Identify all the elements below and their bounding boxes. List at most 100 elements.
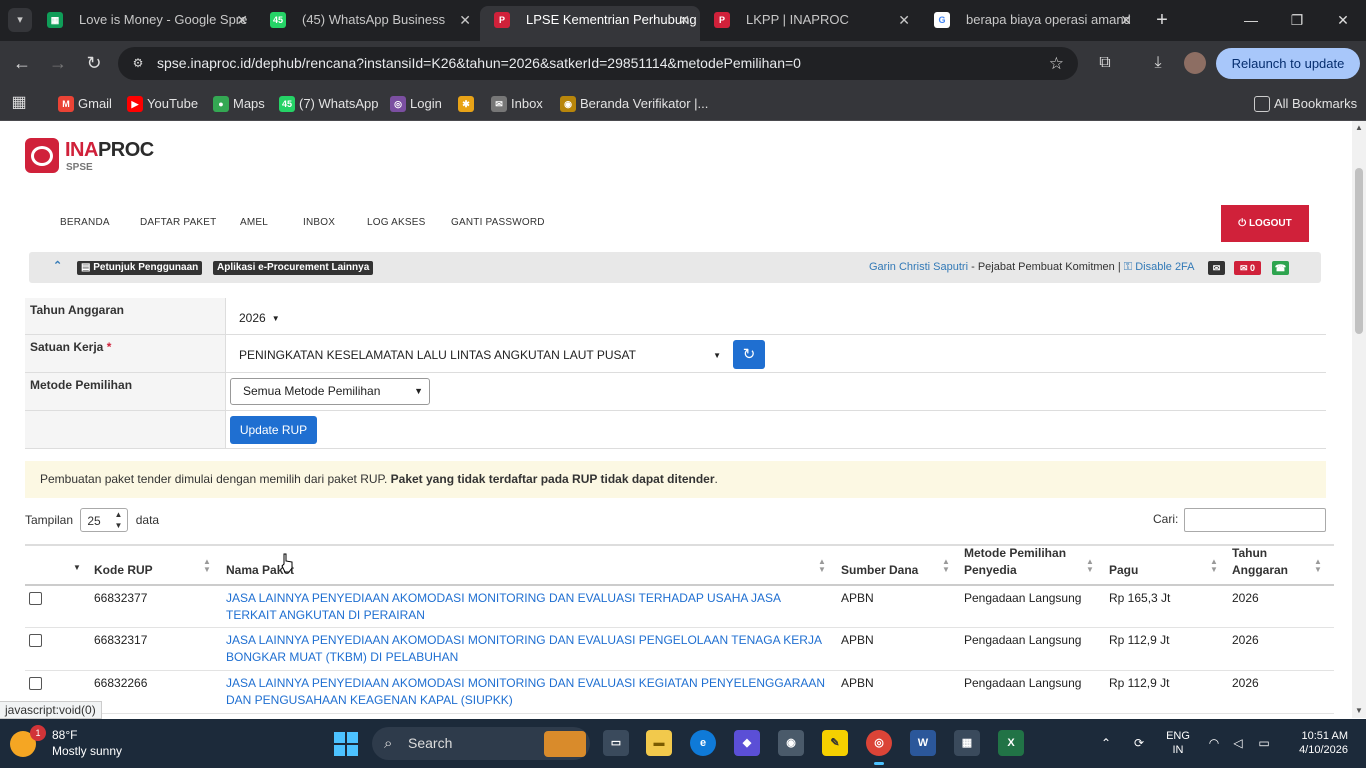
tahun-select[interactable]: 2026 ▼ [239,311,280,325]
chrome-icon[interactable]: ◎ [866,730,892,765]
excel-icon[interactable]: X [998,730,1024,756]
nama-paket-link[interactable]: JASA LAINNYA PENYEDIAAN AKOMODASI MONITO… [226,632,826,666]
word-icon[interactable]: W [910,730,936,756]
camera-icon[interactable]: ◉ [778,730,804,756]
nav-inbox[interactable]: INBOX [303,217,335,228]
bookmark-pinwheel[interactable]: ✱ [458,93,478,115]
sort-icon[interactable]: ▲ ▼ [942,558,950,574]
sort-icon[interactable]: ▲ ▼ [203,558,211,574]
scroll-down-icon[interactable]: ▼ [1352,704,1366,718]
tab-search-button[interactable]: ▾ [8,8,32,32]
sticky-notes-icon[interactable]: ✎ [822,730,848,756]
close-tab-icon[interactable]: ✕ [1120,6,1132,34]
bookmark-youtube[interactable]: ▶ YouTube [127,93,198,115]
close-tab-icon[interactable]: ✕ [459,6,471,34]
restore-icon[interactable]: ❐ [1274,0,1320,40]
scrollbar-thumb[interactable] [1355,168,1363,334]
tab-lkpp[interactable]: P LKPP | INAPROC ✕ [700,6,920,41]
all-bookmarks[interactable]: All Bookmarks [1254,93,1357,115]
copilot-icon[interactable]: ◆ [734,730,760,756]
language-indicator[interactable]: ENG IN [1160,729,1196,757]
sort-icon[interactable]: ▲ ▼ [1086,558,1094,574]
guide-link[interactable]: ▤ Petunjuk Penggunaan [77,261,203,275]
nav-ganti-password[interactable]: GANTI PASSWORD [451,217,545,228]
nav-beranda[interactable]: BERANDA [60,217,110,228]
page-length-select[interactable]: 25 ▲ ▼ [80,508,129,532]
weather-widget[interactable]: 1 88°F Mostly sunny [8,725,158,763]
select-all-sort-icon[interactable]: ▼ [73,564,81,572]
omnibox[interactable]: ⚙ spse.inaproc.id/dephub/rencana?instans… [118,47,1078,80]
edge-icon[interactable]: e [690,730,716,756]
bookmark-beranda-verifikator[interactable]: ◉ Beranda Verifikator |... [560,93,708,115]
url-text[interactable]: spse.inaproc.id/dephub/rencana?instansiI… [157,47,801,80]
nav-log-akses[interactable]: LOG AKSES [367,217,426,228]
wifi-icon[interactable]: ◠ [1204,719,1224,768]
close-tab-icon[interactable]: ✕ [678,6,690,34]
row-checkbox[interactable] [29,592,42,605]
th-sumber-dana[interactable]: Sumber Dana [841,562,918,579]
close-tab-icon[interactable]: ✕ [898,6,910,34]
tab-lpse[interactable]: P LPSE Kementrian Perhubung ✕ [480,6,700,41]
sort-icon[interactable]: ▲ ▼ [1210,558,1218,574]
page-scrollbar[interactable]: ▲ ▼ [1352,121,1366,718]
sort-icon[interactable]: ▲ ▼ [1314,558,1322,574]
file-explorer-icon[interactable]: ▬ [646,730,672,756]
tab-google-search[interactable]: G berapa biaya operasi amand ✕ [920,6,1142,41]
nav-daftar-paket[interactable]: DAFTAR PAKET [140,217,216,228]
refresh-button[interactable]: ↻ [733,340,765,369]
th-tahun[interactable]: Tahun Anggaran [1232,545,1302,579]
nama-paket-link[interactable]: JASA LAINNYA PENYEDIAAN AKOMODASI MONITO… [226,675,831,709]
scroll-up-icon[interactable]: ▲ [1352,121,1366,135]
inbox-badge[interactable]: ✉ 0 [1234,261,1261,275]
new-tab-button[interactable]: + [1150,6,1174,34]
apps-grid-icon[interactable]: ▦ [8,92,30,114]
forward-icon[interactable]: → [44,49,72,77]
volume-icon[interactable]: ◁ [1228,719,1248,768]
nama-paket-link[interactable]: JASA LAINNYA PENYEDIAAN AKOMODASI MONITO… [226,590,826,624]
sort-icon[interactable]: ▲ ▼ [818,558,826,574]
profile-avatar[interactable] [1184,52,1206,74]
calculator-icon[interactable]: ▦ [954,730,980,756]
th-metode[interactable]: Metode Pemilihan Penyedia [964,545,1084,579]
inaproc-logo[interactable]: INAPROC SPSE [25,138,155,178]
chevron-up-icon[interactable]: ⌃ [1096,719,1116,768]
search-input[interactable] [1184,508,1326,532]
satker-select[interactable]: PENINGKATAN KESELAMATAN LALU LINTAS ANGK… [239,348,721,362]
row-checkbox[interactable] [29,634,42,647]
bookmark-star-icon[interactable]: ☆ [1049,47,1064,80]
back-icon[interactable]: ← [8,49,36,77]
disable-2fa-link[interactable]: ⚿ Disable 2FA [1124,261,1195,273]
th-pagu[interactable]: Pagu [1109,562,1138,579]
bookmark-login[interactable]: ◎ Login [390,93,442,115]
chat-icon[interactable]: ☎ [1272,261,1289,275]
bookmark-maps[interactable]: ● Maps [213,93,265,115]
bookmark-inbox[interactable]: ✉ Inbox [491,93,543,115]
metode-select[interactable]: Semua Metode Pemilihan ▼ [230,378,430,405]
tab-google-sheets[interactable]: ▦ Love is Money - Google Spre ✕ [33,6,258,41]
extensions-icon[interactable]: ⧉ [1094,52,1116,74]
th-kode-rup[interactable]: Kode RUP [94,562,153,579]
collapse-up-icon[interactable]: ⌃ [53,259,62,272]
update-rup-button[interactable]: Update RUP [230,416,317,444]
sync-icon[interactable]: ⟳ [1128,719,1150,768]
bookmark-gmail[interactable]: M Gmail [58,93,112,115]
minimize-icon[interactable]: — [1228,0,1274,40]
taskbar-search[interactable]: ⌕ Search [372,727,590,760]
logout-button[interactable]: ⏻ LOGOUT [1221,205,1309,242]
battery-icon[interactable]: ▭ [1252,719,1276,768]
start-button[interactable] [334,732,358,756]
task-view-icon[interactable]: ▭ [603,730,629,756]
site-info-icon[interactable]: ⚙ [128,53,148,73]
reload-icon[interactable]: ↻ [80,49,108,77]
envelope-icon[interactable]: ✉ [1208,261,1225,275]
tab-whatsapp[interactable]: 45 (45) WhatsApp Business ✕ [256,6,481,41]
download-icon[interactable]: ⤓ [1147,52,1169,74]
user-name[interactable]: Garin Christi Saputri [869,261,968,273]
apps-link[interactable]: Aplikasi e-Procurement Lainnya [213,261,374,275]
nav-amel[interactable]: AMEL [240,217,268,228]
clock[interactable]: 10:51 AM 4/10/2026 [1288,729,1348,757]
row-checkbox[interactable] [29,677,42,690]
bookmark-whatsapp[interactable]: 45 (7) WhatsApp [279,93,378,115]
close-tab-icon[interactable]: ✕ [236,6,248,34]
close-window-icon[interactable]: ✕ [1320,0,1366,40]
